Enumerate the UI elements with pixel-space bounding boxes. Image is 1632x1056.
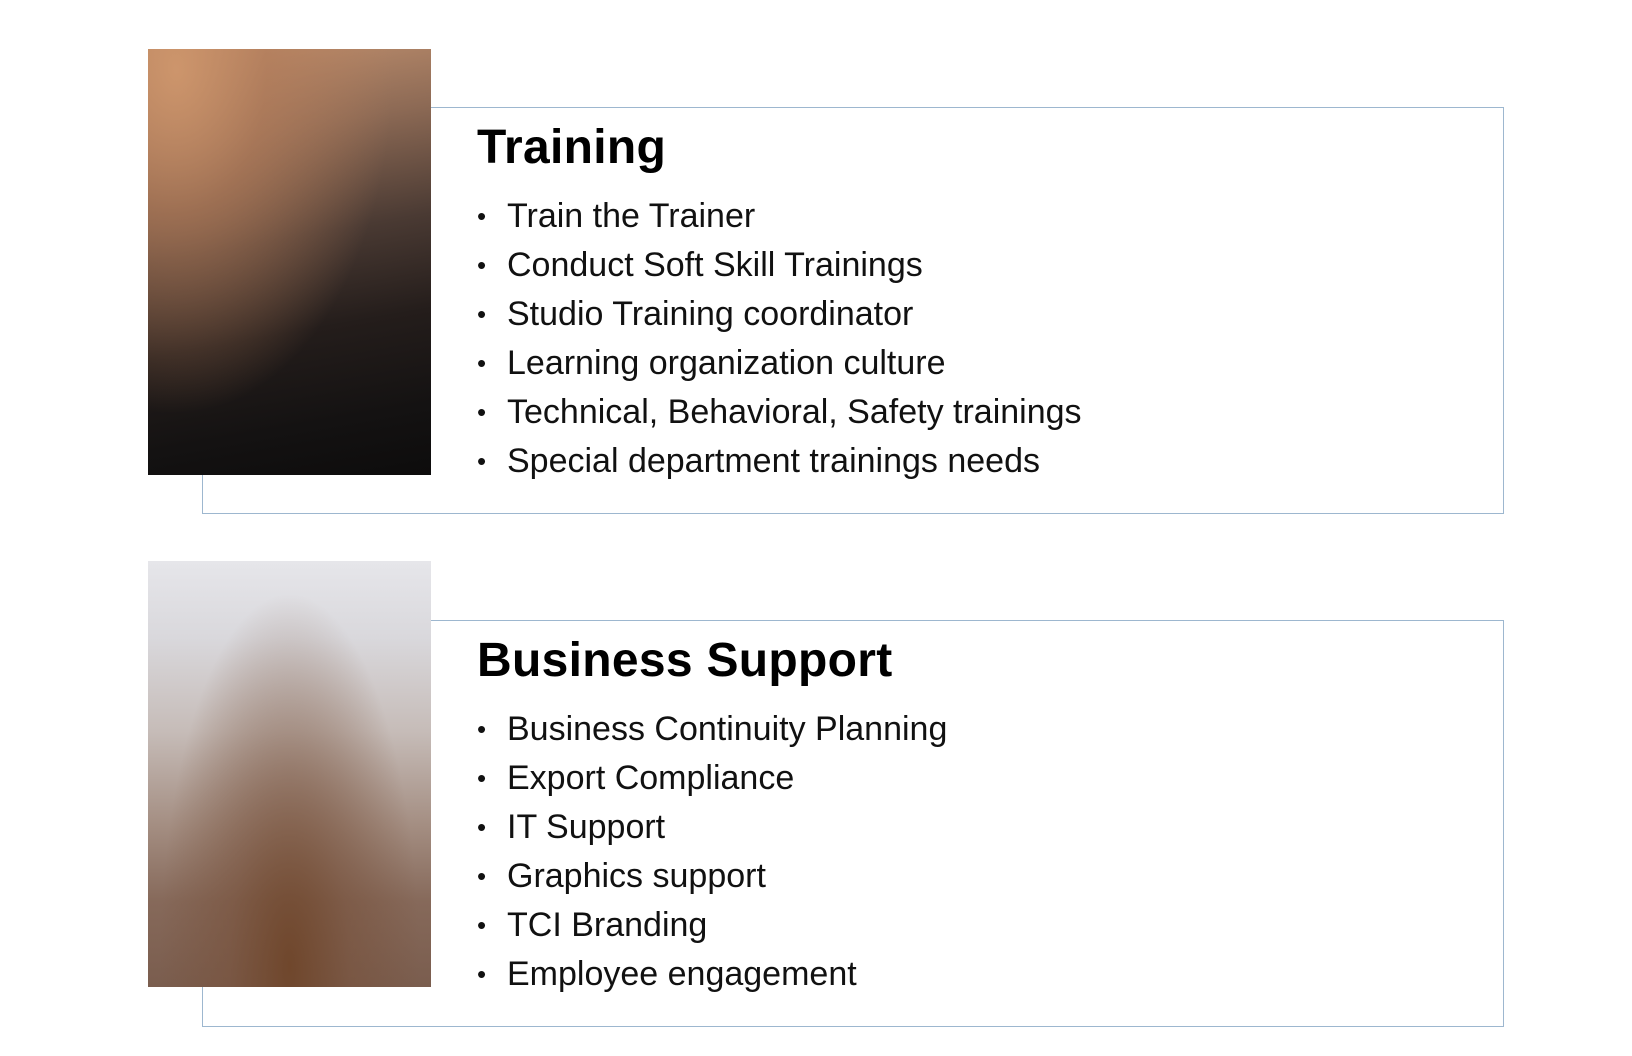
list-item: • Special department trainings needs: [477, 437, 1082, 486]
bullet-icon: •: [477, 861, 487, 891]
business-support-image: [148, 561, 431, 987]
business-support-content: Business Support • Business Continuity Pl…: [477, 631, 947, 999]
list-item: • Studio Training coordinator: [477, 290, 1082, 339]
list-item: • Export Compliance: [477, 754, 947, 803]
list-item: • Employee engagement: [477, 950, 947, 999]
training-heading: Training: [477, 121, 667, 174]
bullet-icon: •: [477, 959, 487, 989]
training-content: Training • Train the Trainer • Conduct Sof…: [477, 118, 1082, 486]
bullet-icon: •: [477, 812, 487, 842]
bullet-icon: •: [477, 348, 487, 378]
bullet-icon: •: [477, 910, 487, 940]
list-item: • Train the Trainer: [477, 192, 1082, 241]
bullet-icon: •: [477, 446, 487, 476]
list-item: • IT Support: [477, 803, 947, 852]
training-image: [148, 49, 431, 475]
list-item: • Business Continuity Planning: [477, 705, 947, 754]
list-item: • Graphics support: [477, 852, 947, 901]
list-item: • Conduct Soft Skill Trainings: [477, 241, 1082, 290]
bullet-icon: •: [477, 397, 487, 427]
bullet-icon: •: [477, 763, 487, 793]
training-list: • Train the Trainer • Conduct Soft Skill T…: [477, 192, 1082, 486]
list-item: • TCI Branding: [477, 901, 947, 950]
list-item: • Technical, Behavioral, Safety trainings: [477, 388, 1082, 437]
business-support-heading: Business Support: [477, 634, 893, 687]
bullet-icon: •: [477, 250, 487, 280]
bullet-icon: •: [477, 299, 487, 329]
list-item: • Learning organization culture: [477, 339, 1082, 388]
slide: Training • Train the Trainer • Conduct Sof…: [0, 0, 1632, 1056]
business-support-list: • Business Continuity Planning • Export Co…: [477, 705, 947, 999]
bullet-icon: •: [477, 201, 487, 231]
bullet-icon: •: [477, 714, 487, 744]
